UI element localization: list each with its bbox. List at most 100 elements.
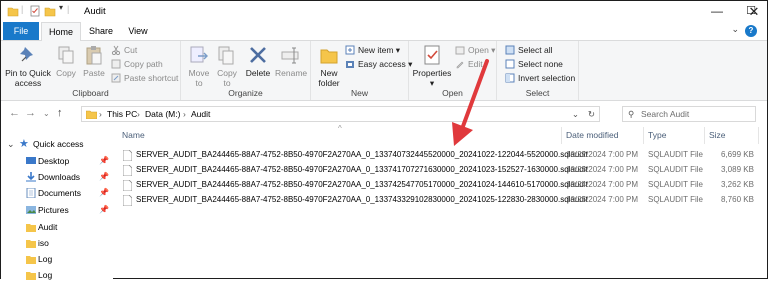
file-icon xyxy=(123,165,132,176)
pin-icon[interactable]: 📌 xyxy=(99,185,109,201)
copy-to-button[interactable]: Copy to xyxy=(214,44,240,88)
back-arrow-icon[interactable]: ← xyxy=(9,107,20,119)
search-icon: ⚲ xyxy=(628,109,635,119)
pin-icon[interactable]: 📌 xyxy=(99,169,109,185)
chevron-down-icon[interactable]: ⌄ xyxy=(7,136,15,152)
delete-button[interactable]: Delete xyxy=(244,44,272,78)
edit-icon xyxy=(456,61,464,69)
address-bar[interactable]: › This PC › Data (M:) › Audit ⌄ ↻ xyxy=(81,106,600,122)
help-icon[interactable]: ? xyxy=(745,25,757,37)
column-header-type[interactable]: Type xyxy=(644,127,705,144)
copy-path-button[interactable]: Copy path xyxy=(111,58,163,70)
tab-file[interactable]: File xyxy=(3,22,39,40)
refresh-icon[interactable]: ↻ xyxy=(588,107,595,121)
easy-access-icon xyxy=(346,61,354,68)
up-arrow-icon[interactable]: ↑ xyxy=(57,107,63,119)
window-title: Audit xyxy=(84,6,106,17)
file-list: ^ Name Date modified Type Size SERVER_AU… xyxy=(113,124,767,279)
organize-label: Organize xyxy=(228,88,263,98)
select-all-button[interactable]: Select all xyxy=(505,44,553,56)
tab-home[interactable]: Home xyxy=(41,22,81,41)
new-folder-qa-icon[interactable] xyxy=(44,5,56,17)
pin-icon[interactable]: 📌 xyxy=(99,202,109,218)
file-icon xyxy=(123,180,132,191)
pin-quick-access-button[interactable]: Pin to Quick access xyxy=(4,44,52,88)
edit-button[interactable]: Edit xyxy=(455,58,483,70)
nav-item-pictures[interactable]: Pictures 📌 xyxy=(1,202,113,218)
properties-button[interactable]: Properties ▾ xyxy=(412,44,452,88)
column-header-date[interactable]: Date modified xyxy=(562,127,644,144)
breadcrumb-folder[interactable]: Audit xyxy=(191,107,210,121)
downloads-icon xyxy=(26,172,36,182)
paste-shortcut-icon xyxy=(111,73,121,83)
easy-access-button[interactable]: Easy access ▾ xyxy=(345,58,412,70)
navigation-pane: ⌄ ★ Quick access Desktop 📌 Downloads 📌 D… xyxy=(1,127,113,280)
nav-item-desktop[interactable]: Desktop 📌 xyxy=(1,153,113,169)
explorer-window: | ▾ | Audit — ☐ ✕ File Home Share View ⌄… xyxy=(0,0,768,280)
column-header-size[interactable]: Size xyxy=(705,127,759,144)
forward-arrow-icon[interactable]: → xyxy=(25,107,36,119)
ribbon-expand-icon[interactable]: ⌄ xyxy=(731,24,739,35)
nav-item-audit[interactable]: Audit xyxy=(1,219,113,235)
invert-selection-icon xyxy=(505,73,515,83)
new-group: New folder New item ▾ Easy access ▾ New xyxy=(311,41,412,100)
breadcrumb-sep-icon: › xyxy=(183,109,186,119)
nav-item-downloads[interactable]: Downloads 📌 xyxy=(1,169,113,185)
move-to-icon xyxy=(190,46,208,63)
recent-locations-icon[interactable]: ⌄ xyxy=(43,109,50,118)
paste-button[interactable]: Paste xyxy=(81,44,107,78)
rename-icon xyxy=(281,47,299,64)
separator: | xyxy=(21,4,24,14)
file-icon xyxy=(123,150,132,161)
file-row[interactable]: SERVER_AUDIT_BA244465-88A7-4752-8B50-497… xyxy=(113,177,767,193)
qa-customize-icon[interactable]: ▾ xyxy=(59,3,63,15)
folder-icon xyxy=(26,256,36,264)
pin-icon[interactable]: 📌 xyxy=(99,153,109,169)
open-icon xyxy=(455,46,465,55)
open-group: Properties ▾ Open ▾ Edit Open xyxy=(409,41,497,100)
breadcrumb-this-pc[interactable]: This PC xyxy=(107,107,137,121)
minimize-button[interactable]: — xyxy=(700,1,734,22)
cut-button[interactable]: Cut xyxy=(111,44,137,56)
tab-share[interactable]: Share xyxy=(83,22,119,40)
column-header-name[interactable]: Name xyxy=(118,127,562,144)
file-row[interactable]: SERVER_AUDIT_BA244465-88A7-4752-8B50-497… xyxy=(113,192,767,208)
select-none-icon xyxy=(505,59,515,69)
open-button[interactable]: Open ▾ xyxy=(455,44,495,56)
search-input[interactable]: ⚲ Search Audit xyxy=(622,106,756,122)
folder-icon xyxy=(7,7,19,17)
clipboard-group: Pin to Quick access Copy Paste Cut Copy … xyxy=(1,41,181,100)
new-item-button[interactable]: New item ▾ xyxy=(345,44,400,56)
scissors-icon xyxy=(111,45,121,56)
nav-item-log[interactable]: Log xyxy=(1,251,113,267)
file-row[interactable]: SERVER_AUDIT_BA244465-88A7-4752-8B50-497… xyxy=(113,162,767,178)
breadcrumb-sep-icon: › xyxy=(99,109,102,119)
nav-item-iso[interactable]: iso xyxy=(1,235,113,251)
select-none-button[interactable]: Select none xyxy=(505,58,563,70)
move-to-button[interactable]: Move to xyxy=(186,44,212,88)
properties-icon xyxy=(424,45,440,65)
new-folder-icon xyxy=(320,49,338,64)
copy-button[interactable]: Copy xyxy=(54,44,78,78)
nav-quick-access[interactable]: ⌄ ★ Quick access xyxy=(1,136,113,152)
paste-shortcut-button[interactable]: Paste shortcut xyxy=(111,72,178,84)
folder-icon xyxy=(26,240,36,248)
address-dropdown-icon[interactable]: ⌄ xyxy=(572,107,579,121)
file-row[interactable]: SERVER_AUDIT_BA244465-88A7-4752-8B50-497… xyxy=(113,147,767,163)
copy-path-icon xyxy=(111,59,121,69)
open-label: Open xyxy=(442,88,463,98)
tab-view[interactable]: View xyxy=(121,22,155,40)
close-button[interactable]: ✕ xyxy=(741,1,767,22)
nav-item-documents[interactable]: Documents 📌 xyxy=(1,185,113,201)
address-row: ← → ⌄ ↑ › This PC › Data (M:) › Audit ⌄ … xyxy=(1,101,767,127)
select-group: Select all Select none Invert selection … xyxy=(497,41,579,100)
breadcrumb-drive[interactable]: Data (M:) xyxy=(145,107,180,121)
title-bar: | ▾ | Audit — ☐ ✕ xyxy=(1,1,767,22)
nav-item-log[interactable]: Log xyxy=(1,267,113,283)
rename-button[interactable]: Rename xyxy=(275,44,307,78)
properties-qa-icon[interactable] xyxy=(29,5,41,17)
invert-selection-button[interactable]: Invert selection xyxy=(505,72,575,84)
pictures-icon xyxy=(26,206,36,214)
new-folder-button[interactable]: New folder xyxy=(315,44,343,88)
breadcrumb-sep-icon: › xyxy=(137,109,140,119)
